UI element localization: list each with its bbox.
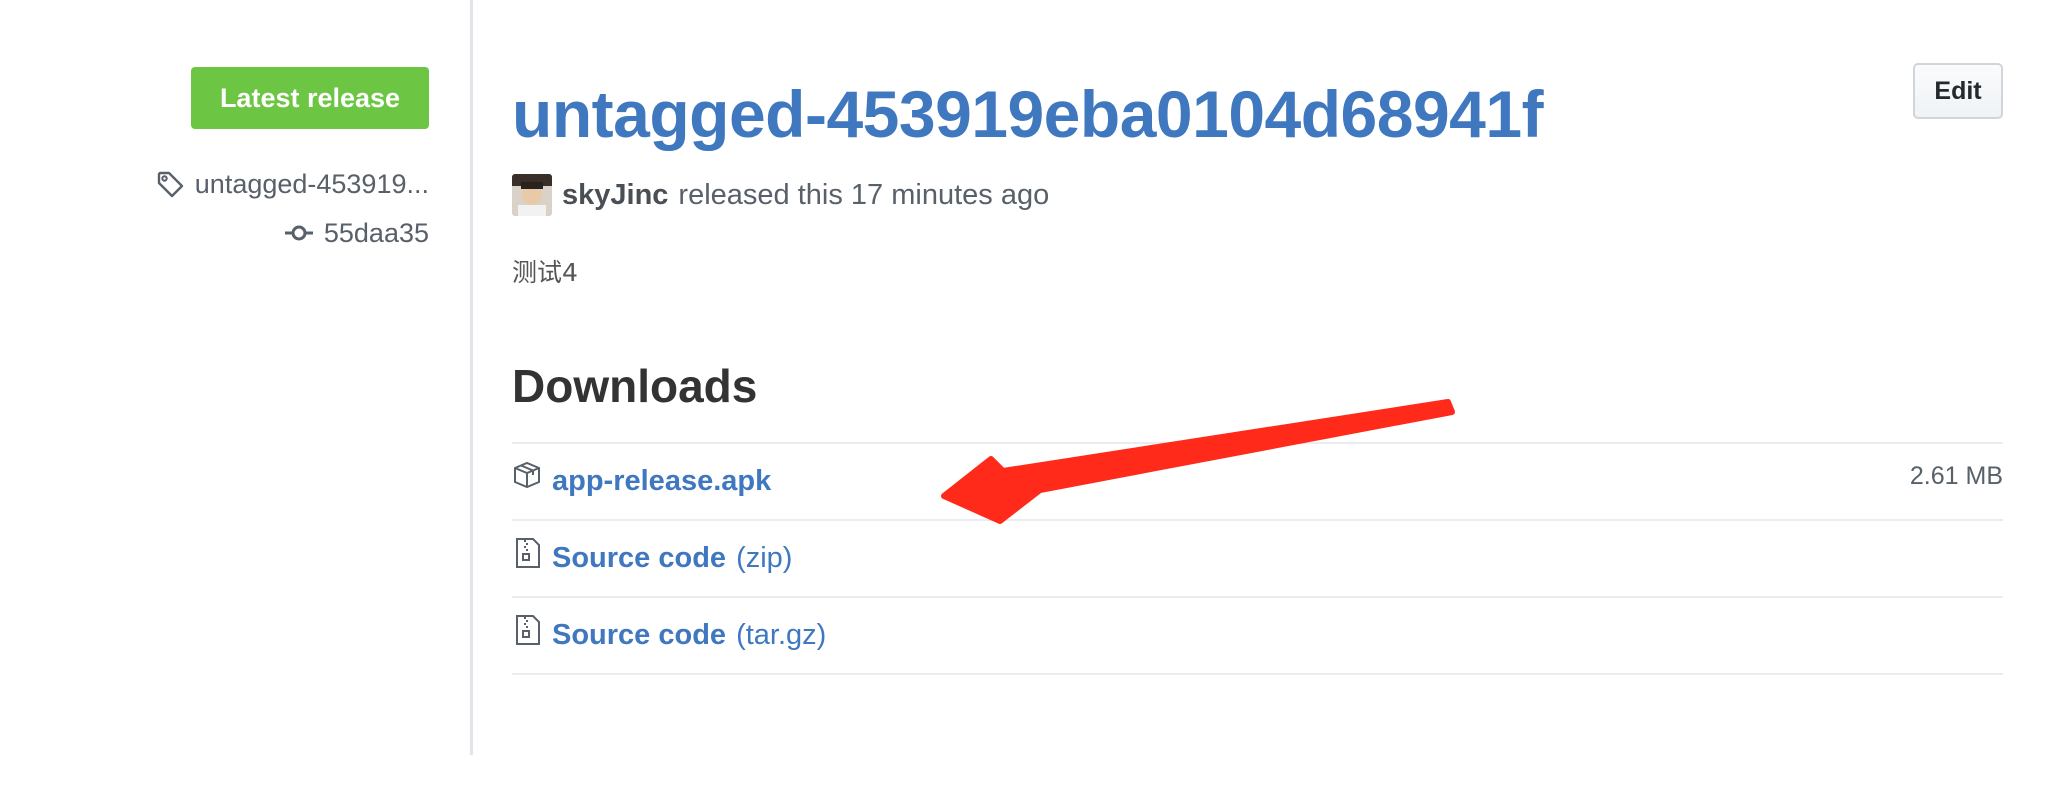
file-zip-icon [512,614,542,646]
release-notes: 测试4 [512,258,578,287]
download-item[interactable]: Source code (tar.gz) [512,598,2003,675]
edit-button[interactable]: Edit [1913,63,2003,119]
file-zip-icon [512,537,542,569]
download-format[interactable]: (zip) [736,542,792,575]
author-link[interactable]: skyJinc [562,179,668,212]
download-name[interactable]: Source code [552,542,726,575]
git-commit-icon [284,222,314,244]
download-name[interactable]: app-release.apk [552,465,771,498]
release-main: Edit untagged-453919eba0104d68941f skyJi… [512,0,2003,787]
tag-icon [155,169,185,199]
avatar[interactable] [512,174,552,216]
download-format[interactable]: (tar.gz) [736,619,826,652]
commit-sha: 55daa35 [323,217,429,248]
download-name[interactable]: Source code [552,619,726,652]
release-meta-text: released this 17 minutes ago [678,178,1050,211]
downloads-heading: Downloads [512,360,758,412]
tag-link[interactable]: untagged-453919... [155,164,429,204]
latest-release-badge: Latest release [191,67,429,129]
tag-label: untagged-453919... [194,168,429,199]
release-title[interactable]: untagged-453919eba0104d68941f [512,78,1544,150]
downloads-list: app-release.apk 2.61 MB Source code (zip… [512,442,2003,675]
download-item[interactable]: Source code (zip) [512,521,2003,598]
commit-link[interactable]: 55daa35 [284,213,429,253]
package-icon [512,460,542,492]
download-size: 2.61 MB [1909,462,2003,490]
release-sidebar: Latest release untagged-453919... 55daa3… [0,0,473,755]
release-meta: skyJinc released this 17 minutes ago [512,173,1049,217]
download-item[interactable]: app-release.apk 2.61 MB [512,444,2003,521]
